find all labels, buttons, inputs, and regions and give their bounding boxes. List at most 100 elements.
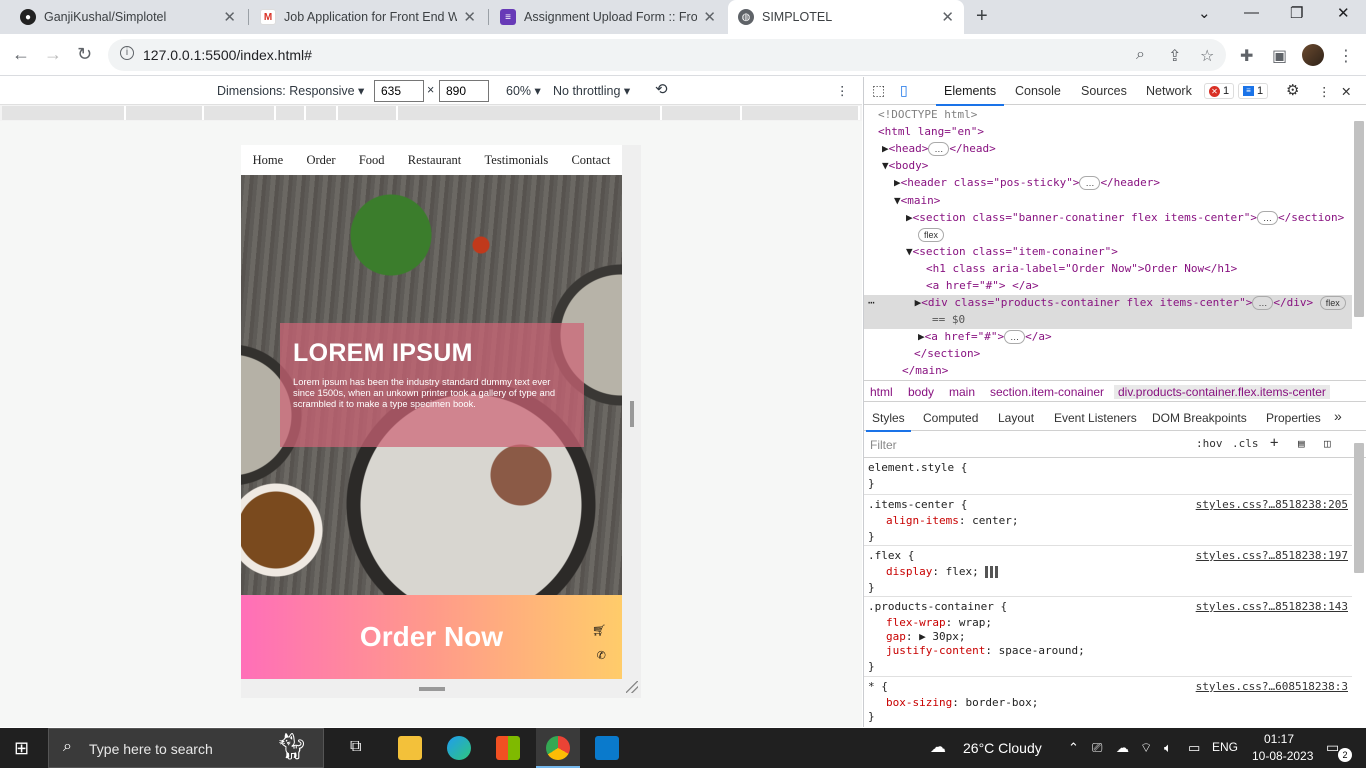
new-rule-icon[interactable]: + (1270, 435, 1278, 451)
crumb-body[interactable]: body (908, 385, 934, 399)
rule-prop[interactable]: align-items: center; (886, 514, 1018, 527)
rule-source-link[interactable]: styles.css?…8518238:197 (1196, 549, 1348, 562)
task-view-icon[interactable]: ⧉ (350, 738, 361, 756)
flex-badge[interactable]: flex (918, 226, 945, 243)
paint-icon[interactable]: ▤ (1298, 437, 1305, 450)
crumb-main[interactable]: main (949, 385, 975, 399)
nav-order[interactable]: Order (306, 153, 335, 168)
corner-resize-handle[interactable] (626, 681, 638, 693)
tab-elements[interactable]: Elements (935, 84, 1005, 106)
dom-scrollbar[interactable] (1354, 121, 1364, 317)
tab-layout[interactable]: Layout (998, 411, 1034, 425)
hov-toggle[interactable]: :hov (1196, 437, 1223, 450)
tab-network[interactable]: Network (1146, 84, 1192, 98)
tray-chevron-icon[interactable]: ⌃ (1068, 740, 1079, 756)
maximize-icon[interactable]: ❐ (1290, 4, 1303, 22)
div-products-node[interactable]: ⋯ ▶<div class="products-container flex it… (868, 294, 1346, 311)
height-input[interactable] (439, 80, 489, 102)
volume-icon[interactable]: 🔈︎ (1164, 740, 1172, 756)
taskbar-search[interactable]: ⌕ Type here to search 🐈︎ (48, 728, 324, 768)
rule-prop[interactable]: gap: ▶ 30px; (886, 630, 965, 643)
nav-home[interactable]: Home (253, 153, 284, 168)
html-node[interactable]: <html lang="en"> (878, 123, 984, 140)
crumb-html[interactable]: html (870, 385, 893, 399)
header-node[interactable]: ▶<header class="pos-sticky">… </header> (894, 174, 1160, 191)
minimize-icon[interactable]: — (1244, 4, 1259, 21)
site-info-icon[interactable]: i (120, 46, 134, 60)
tab-github[interactable]: ● GanjiKushal/Simplotel ✕ (10, 0, 246, 34)
tab-search-chevron-icon[interactable]: ⌄ (1198, 4, 1211, 22)
main-node[interactable]: ▼<main> (894, 192, 940, 209)
tab-console[interactable]: Console (1015, 84, 1061, 98)
a2-node[interactable]: ▶<a href="#">… </a> (918, 328, 1052, 345)
reload-icon[interactable]: ↻ (77, 44, 92, 65)
phone-icon[interactable]: ✆ (597, 649, 606, 662)
share-icon[interactable]: ⇪ (1168, 46, 1181, 66)
side-panel-icon[interactable]: ▣ (1272, 46, 1287, 66)
close-devtools-icon[interactable]: ✕ (1341, 84, 1351, 99)
width-input[interactable] (374, 80, 424, 102)
rule-prop[interactable]: display: flex; (886, 565, 1000, 578)
clock-date[interactable]: 10-08-2023 (1252, 749, 1313, 763)
bookmark-star-icon[interactable]: ☆ (1200, 46, 1214, 66)
profile-avatar[interactable] (1302, 44, 1324, 66)
dimensions-dropdown[interactable]: Dimensions: Responsive ▾ (217, 83, 364, 98)
throttling-dropdown[interactable]: No throttling ▾ (553, 83, 630, 98)
settings-gear-icon[interactable]: ⚙ (1286, 81, 1299, 99)
onedrive-icon[interactable]: ☁ (1116, 740, 1129, 756)
tab-gmail[interactable]: M Job Application for Front End We ✕ (250, 0, 486, 34)
chrome-icon[interactable] (546, 736, 570, 760)
tab-event-listeners[interactable]: Event Listeners (1054, 411, 1137, 425)
forward-icon[interactable]: → (44, 44, 62, 65)
menu-kebab-icon[interactable]: ⋮ (1338, 46, 1354, 66)
section-banner-node[interactable]: ▶<section class="banner-conatiner flex i… (906, 209, 1344, 226)
weather-text[interactable]: 26°C Cloudy (963, 740, 1042, 756)
device-options-icon[interactable]: ⋮ (836, 83, 849, 98)
nav-contact[interactable]: Contact (571, 153, 610, 168)
rule-element-style[interactable]: element.style { } (864, 459, 1352, 495)
tab-dom-breakpoints[interactable]: DOM Breakpoints (1152, 411, 1247, 425)
nav-restaurant[interactable]: Restaurant (408, 153, 461, 168)
devtools-menu-icon[interactable]: ⋮ (1318, 84, 1331, 99)
windows-start-icon[interactable]: ⊞ (14, 738, 29, 759)
error-count[interactable]: ✕ 1 (1204, 83, 1235, 99)
bottom-resize-handle[interactable] (419, 687, 445, 691)
crumb-section[interactable]: section.item-conainer (990, 385, 1104, 399)
new-tab-icon[interactable]: + (976, 5, 988, 28)
h1-node[interactable]: <h1 class aria-label="Order Now">Order N… (926, 260, 1237, 277)
store-icon[interactable] (496, 736, 520, 760)
close-tab-icon[interactable]: ✕ (463, 8, 476, 26)
window-close-icon[interactable]: ✕ (1337, 4, 1350, 22)
back-icon[interactable]: ← (12, 44, 30, 65)
meet-icon[interactable]: ⎚ (1092, 740, 1102, 756)
close-tab-icon[interactable]: ✕ (223, 8, 236, 26)
body-node[interactable]: ▼<body> (882, 157, 928, 174)
more-tabs-icon[interactable]: » (1334, 408, 1342, 424)
tab-computed[interactable]: Computed (923, 411, 978, 425)
device-toggle-icon[interactable]: ▯ (900, 82, 908, 99)
close-tab-icon[interactable]: ✕ (941, 8, 954, 26)
cart-icon[interactable]: 🛒︎ (592, 624, 606, 637)
tab-properties[interactable]: Properties (1266, 411, 1321, 425)
crumb-div[interactable]: div.products-container.flex.items-center (1114, 385, 1330, 399)
sidebar-toggle-icon[interactable]: ◫ (1324, 437, 1331, 450)
rule-source-link[interactable]: styles.css?…608518238:3 (1196, 680, 1348, 693)
rule-prop[interactable]: justify-content: space-around; (886, 644, 1085, 657)
right-resize-handle[interactable] (630, 401, 634, 427)
rule-items-center[interactable]: .items-center { styles.css?…8518238:205 … (864, 496, 1352, 546)
clock-time[interactable]: 01:17 (1264, 732, 1294, 746)
tab-assignment-form[interactable]: ≡ Assignment Upload Form :: Front ✕ (490, 0, 726, 34)
wifi-icon[interactable]: ⌔ (1140, 740, 1152, 756)
tab-sources[interactable]: Sources (1081, 84, 1127, 98)
rule-source-link[interactable]: styles.css?…8518238:143 (1196, 600, 1348, 613)
language-indicator[interactable]: ENG (1212, 740, 1238, 754)
zoom-icon[interactable]: ⌕ (1136, 46, 1145, 64)
a-node[interactable]: <a href="#"> </a> (926, 277, 1039, 294)
edge-icon[interactable] (447, 736, 471, 760)
file-explorer-icon[interactable] (398, 736, 422, 760)
battery-icon[interactable]: ▭ (1188, 740, 1200, 756)
tab-styles[interactable]: Styles (866, 411, 911, 432)
cls-toggle[interactable]: .cls (1232, 437, 1259, 450)
nav-testimonials[interactable]: Testimonials (485, 153, 549, 168)
address-bar[interactable]: i 127.0.0.1:5500/index.html# (108, 39, 1226, 71)
